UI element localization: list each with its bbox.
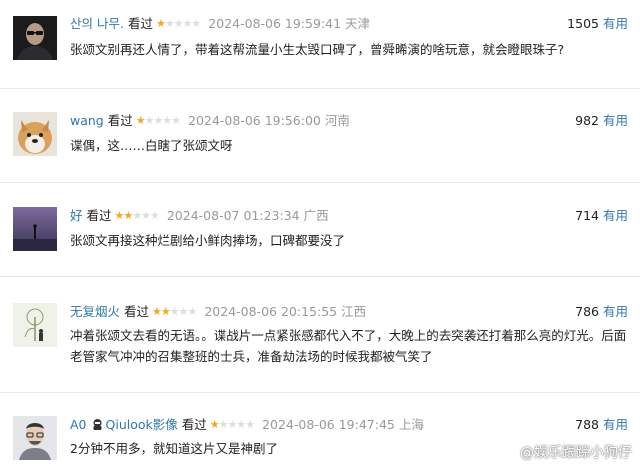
comment-text: 张颂文再接这种烂剧给小鲜肉捧场，口碑都要没了 [70, 233, 346, 248]
watch-status: 看过 [124, 304, 150, 319]
comment-location: 河南 [324, 113, 350, 128]
watch-status: 看过 [107, 113, 133, 128]
comment-text: 张颂文别再还人情了，带着这帮流量小生太毁口碑了，曾舜晞演的啥玩意，就会瞪眼珠子? [70, 42, 565, 57]
useful-button[interactable]: 有用 [603, 16, 628, 31]
vote-area: 982 有用 [575, 112, 628, 130]
divider [0, 276, 640, 277]
rating-stars: ★★★★★ [209, 418, 255, 431]
badge [91, 416, 104, 434]
useful-button[interactable]: 有用 [603, 417, 628, 432]
divider [0, 392, 640, 393]
comment-time: 2024-08-06 19:47:45 [262, 417, 395, 432]
watch-status: 看过 [181, 417, 207, 432]
divider [0, 88, 640, 89]
comment-time: 2024-08-07 01:23:34 [166, 208, 300, 223]
username-link[interactable]: 산의 나무. [70, 16, 124, 31]
comment-meta: 无复烟火 看过 ★★★★★ 2024-08-06 20:15:55 江西 [70, 303, 366, 321]
vote-area: 788 有用 [575, 416, 628, 434]
comment-location: 江西 [341, 304, 367, 319]
comment-text: 冲着张颂文去看的无语。。谍战片一点紧张感都代入不了，大晚上的去突袭还打着那么亮的… [70, 328, 627, 364]
username-link[interactable]: 无复烟火 [70, 304, 120, 319]
rating-stars: ★★★★★ [114, 209, 160, 222]
useful-button[interactable]: 有用 [603, 113, 628, 128]
watermark: @娱乐跟踪小狗仔 [520, 445, 632, 461]
badge-label[interactable]: Qiulook影像 [106, 417, 178, 432]
badge-icon [93, 419, 102, 430]
comment-location: 上海 [398, 417, 424, 432]
username-link[interactable]: A0 [70, 417, 87, 432]
vote-count: 788 [575, 417, 599, 432]
vote-area: 1505 有用 [567, 15, 628, 33]
avatar[interactable] [13, 112, 57, 156]
divider [0, 182, 640, 183]
comment-meta: wang 看过 ★★★★★ 2024-08-06 19:56:00 河南 [70, 112, 350, 130]
rating-stars: ★★★★★ [152, 305, 197, 318]
comment-time: 2024-08-06 19:56:00 [188, 113, 321, 128]
comment-text: 谍偶，这……白瞎了张颂文呀 [70, 138, 233, 153]
comment-time: 2024-08-06 19:59:41 [208, 16, 342, 31]
avatar[interactable] [13, 416, 57, 460]
watch-status: 看过 [86, 208, 112, 223]
avatar[interactable] [13, 303, 57, 347]
vote-area: 714 有用 [575, 207, 628, 225]
comment-time: 2024-08-06 20:15:55 [204, 304, 338, 319]
useful-button[interactable]: 有用 [603, 304, 628, 319]
vote-count: 982 [575, 113, 599, 128]
comment-location: 广西 [303, 208, 329, 223]
username-link[interactable]: wang [70, 113, 104, 128]
avatar[interactable] [13, 16, 57, 60]
rating-stars: ★★★★★ [155, 17, 201, 30]
vote-count: 786 [575, 304, 599, 319]
avatar[interactable] [13, 207, 57, 251]
vote-count: 1505 [567, 16, 599, 31]
comment-meta: 好看过 ★★★★★ 2024-08-07 01:23:34 广西 [70, 207, 329, 225]
watch-status: 看过 [127, 16, 153, 31]
vote-count: 714 [575, 208, 599, 223]
vote-area: 786 有用 [575, 303, 628, 321]
comment-meta: A0 Qiulook影像 看过 ★★★★★ 2024-08-06 19:47:45 上海 [70, 416, 424, 434]
comment-meta: 산의 나무. 看过 ★★★★★ 2024-08-06 19:59:41 天津 [70, 15, 370, 33]
comment-location: 天津 [345, 16, 371, 31]
rating-stars: ★★★★★ [135, 114, 181, 127]
username-link[interactable]: 好 [70, 208, 83, 223]
useful-button[interactable]: 有用 [603, 208, 628, 223]
